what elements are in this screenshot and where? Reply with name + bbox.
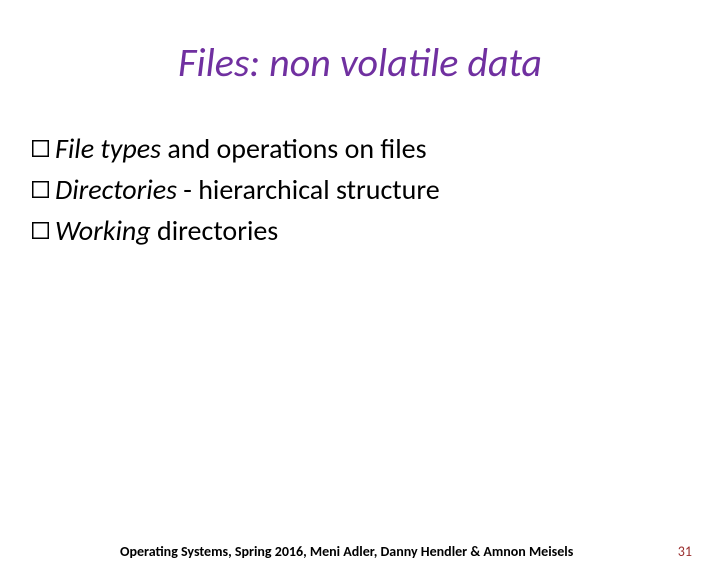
square-bullet-icon (32, 140, 49, 157)
slide-footer: Operating Systems, Spring 2016, Meni Adl… (0, 543, 720, 560)
bullet-text: File types and operations on files (55, 131, 427, 166)
bullet-list: File types and operations on files Direc… (32, 131, 720, 248)
list-item: Working directories (32, 213, 720, 248)
page-number: 31 (678, 543, 692, 560)
bullet-text: Directories - hierarchical structure (55, 172, 440, 207)
square-bullet-icon (32, 222, 49, 239)
bullet-text: Working directories (55, 213, 278, 248)
list-item: Directories - hierarchical structure (32, 172, 720, 207)
square-bullet-icon (32, 181, 49, 198)
slide-title: Files: non volatile data (0, 38, 720, 87)
footer-text: Operating Systems, Spring 2016, Meni Adl… (120, 543, 573, 560)
list-item: File types and operations on files (32, 131, 720, 166)
